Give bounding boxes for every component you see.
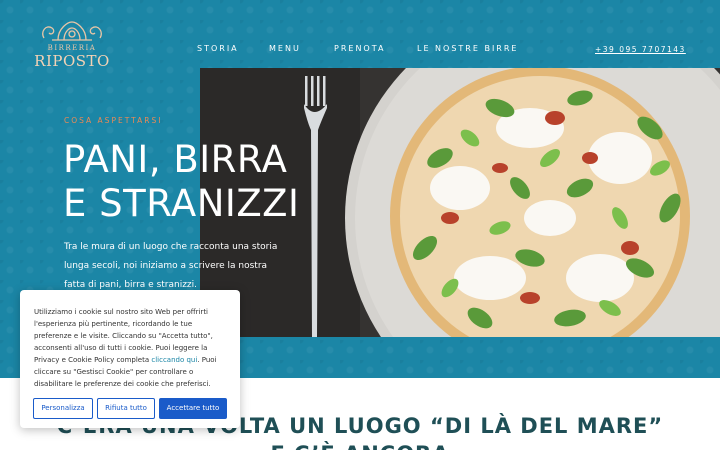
cookie-policy-link[interactable]: cliccando qui [151,356,197,364]
section-heading-line-2: E C’È ANCORA [271,442,450,450]
accept-all-button[interactable]: Accettare tutto [159,398,227,419]
phone-link[interactable]: +39 095 7707143 [595,45,686,54]
ornament-logo-icon [42,21,102,41]
hero-intro: Tra le mura di un luogo che racconta una… [64,242,278,290]
hero-headline-line-1: PANI, BIRRA [63,138,288,181]
hero-headline-line-2: E STRANIZZI [63,182,300,225]
nav-item-storia[interactable]: STORIA [197,44,239,53]
logo-subtitle: BIRRERIA [47,44,97,52]
cookie-message: Utilizziamo i cookie sul nostro sito Web… [34,306,230,390]
nav-item-menu[interactable]: MENU [269,44,301,53]
customize-button[interactable]: Personalizza [33,398,93,419]
nav-item-prenota[interactable]: PRENOTA [334,44,385,53]
logo-title: RIPOSTO [34,52,110,70]
hero-eyebrow: COSA ASPETTARSI [64,116,163,125]
reject-all-button[interactable]: Rifiuta tutto [97,398,155,419]
hero-headline: PANI, BIRRA E STRANIZZI [63,138,363,226]
nav-item-birre[interactable]: LE NOSTRE BIRRE [417,44,518,53]
cookie-banner: Utilizziamo i cookie sul nostro sito Web… [20,290,240,428]
brand-logo[interactable]: BIRRERIA RIPOSTO [34,20,110,74]
